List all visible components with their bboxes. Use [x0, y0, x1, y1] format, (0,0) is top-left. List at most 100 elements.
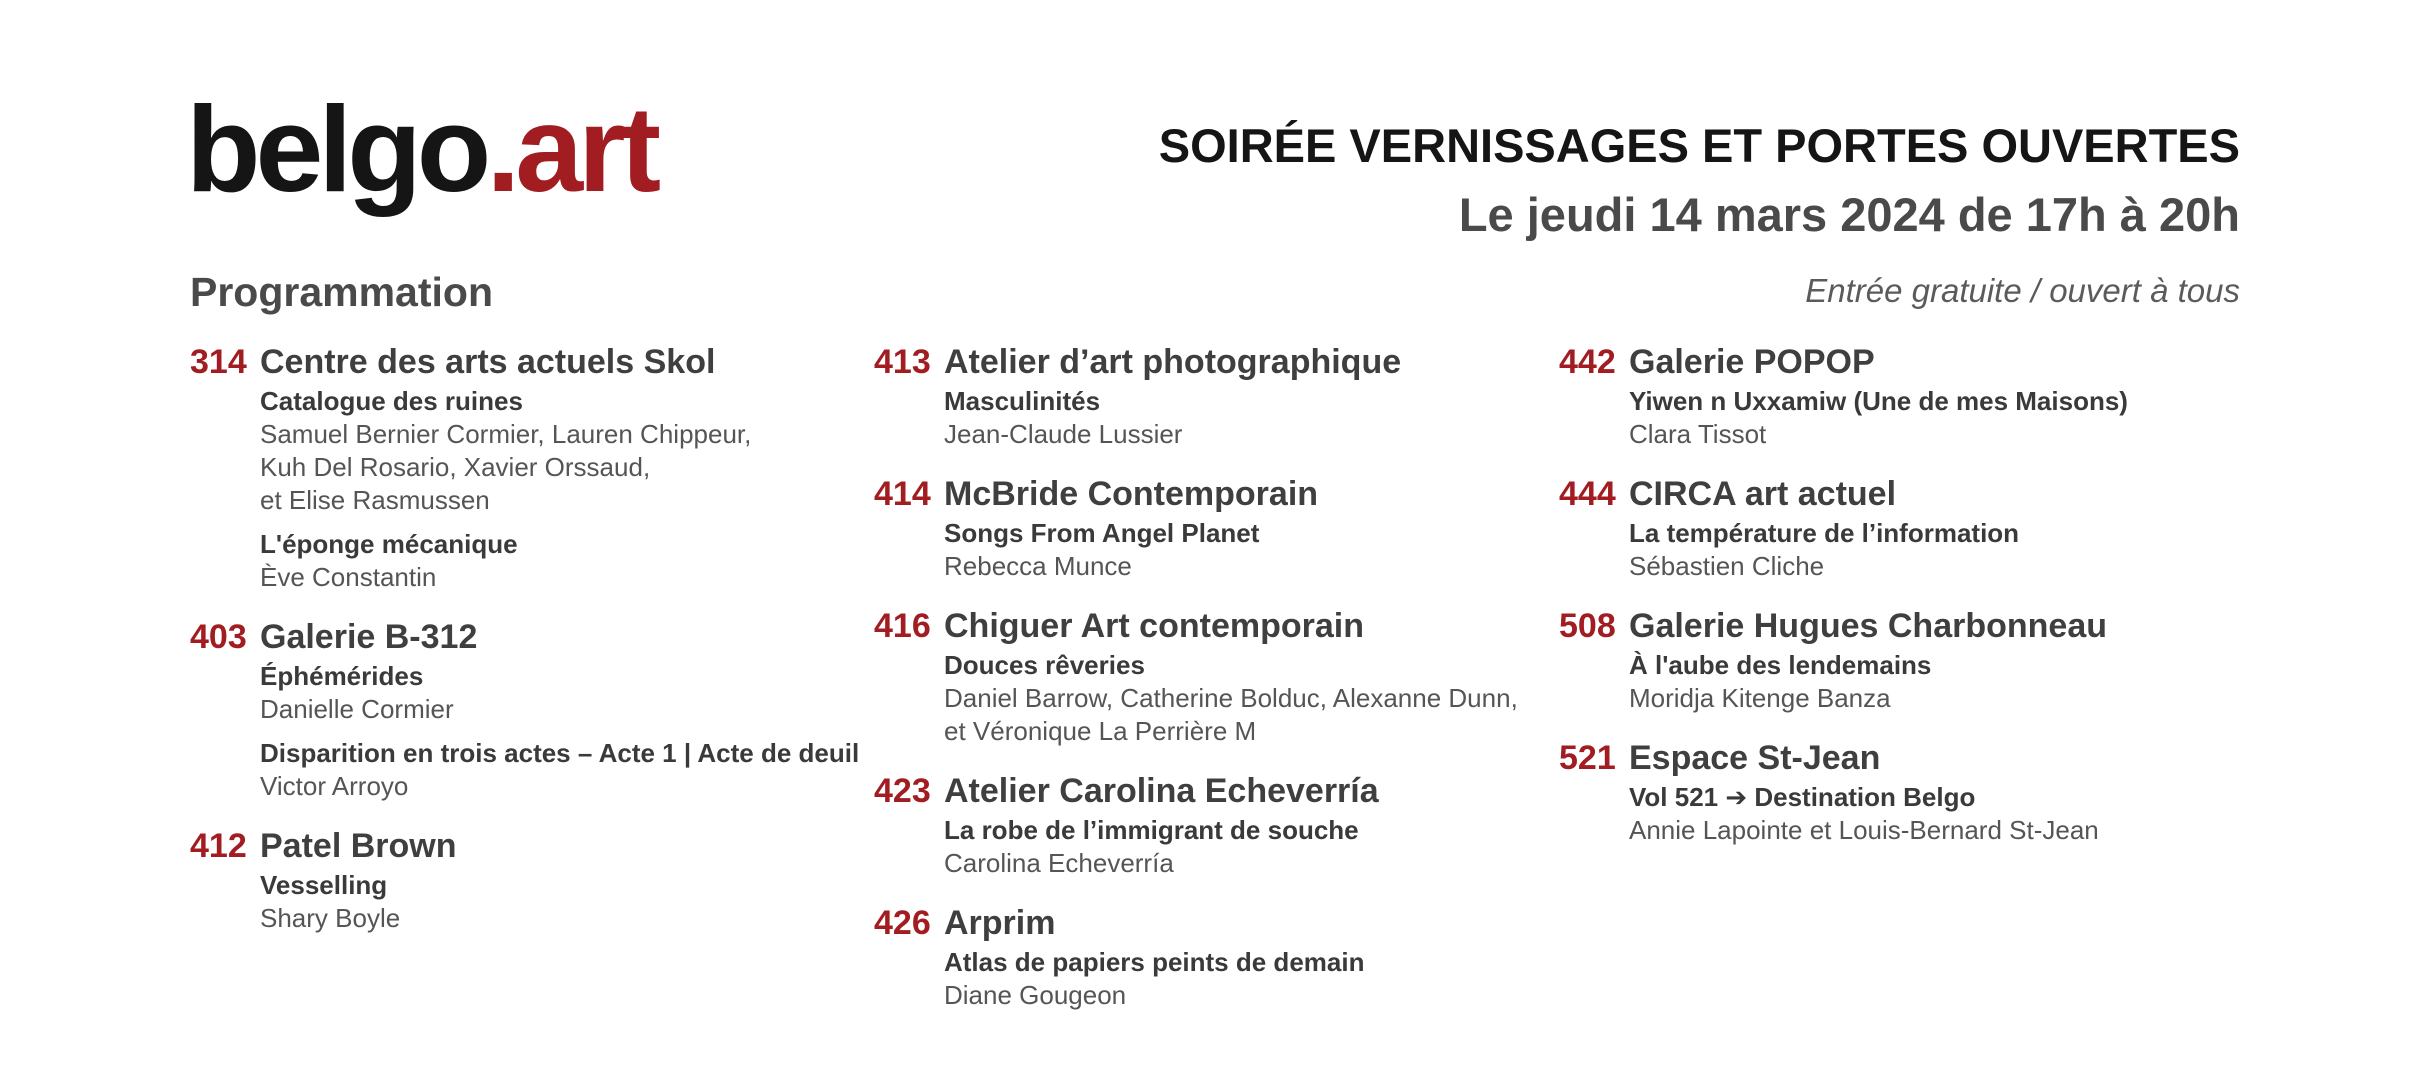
venue-name: Centre des arts actuels Skol: [260, 343, 716, 381]
venue-heading: 423 Atelier Carolina Echeverría: [874, 772, 1524, 814]
exhibition: Vesselling Shary Boyle: [260, 869, 860, 935]
venue-heading: 403 Galerie B-312: [190, 618, 860, 660]
venue-number: 444: [1559, 475, 1616, 513]
exhibition-title: Catalogue des ruines: [260, 386, 523, 416]
venue-number: 442: [1559, 343, 1616, 381]
venue-number: 314: [190, 343, 247, 381]
exhibition-title: L'éponge mécanique: [260, 529, 518, 559]
exhibition: Songs From Angel Planet Rebecca Munce: [944, 517, 1524, 583]
exhibition-title: Atlas de papiers peints de demain: [944, 947, 1365, 977]
venue-name: Galerie Hugues Charbonneau: [1629, 607, 2107, 645]
venue-name: Patel Brown: [260, 827, 457, 865]
venue-heading: 426 Arprim: [874, 904, 1524, 946]
exhibition-title: Disparition en trois actes – Acte 1 | Ac…: [260, 738, 860, 768]
venue-name: Galerie POPOP: [1629, 343, 1875, 381]
exhibition: À l'aube des lendemains Moridja Kitenge B…: [1629, 649, 2239, 715]
venue-name: Atelier Carolina Echeverría: [944, 772, 1379, 810]
venue-number: 423: [874, 772, 931, 810]
artist-line: Moridja Kitenge Banza: [1629, 683, 1891, 713]
artist-line: Kuh Del Rosario, Xavier Orssaud,: [260, 452, 651, 482]
exhibition: Catalogue des ruines Samuel Bernier Cormi…: [260, 385, 860, 517]
venue-heading: 444 CIRCA art actuel: [1559, 475, 2239, 517]
artist-line: Carolina Echeverría: [944, 848, 1174, 878]
venue-heading: 416 Chiguer Art contemporain: [874, 607, 1524, 649]
artist-line: et Véronique La Perrière M: [944, 716, 1257, 746]
exhibition: Vol 521 ➔ Destination Belgo Annie Lapoint…: [1629, 781, 2239, 847]
venue-entry: 521 Espace St-Jean Vol 521 ➔ Destination B…: [1559, 739, 2239, 847]
artist-line: Danielle Cormier: [260, 694, 454, 724]
venue-entry: 403 Galerie B-312 Éphémérides Danielle Corm…: [190, 618, 860, 803]
exhibition: Masculinités Jean-Claude Lussier: [944, 385, 1524, 451]
venue-number: 412: [190, 827, 247, 865]
exhibition-title: Douces rêveries: [944, 650, 1145, 680]
exhibition-title: Songs From Angel Planet: [944, 518, 1260, 548]
venue-number: 521: [1559, 739, 1616, 777]
venue-number: 416: [874, 607, 931, 645]
venue-entry: 423 Atelier Carolina Echeverría La robe de…: [874, 772, 1524, 880]
venue-entry: 426 Arprim Atlas de papiers peints de dema…: [874, 904, 1524, 1012]
venue-heading: 412 Patel Brown: [190, 827, 860, 869]
venue-heading: 414 McBride Contemporain: [874, 475, 1524, 517]
venue-entry: 416 Chiguer Art contemporain Douces rêveri…: [874, 607, 1524, 748]
exhibition: L'éponge mécanique Ève Constantin: [260, 528, 860, 594]
exhibition-title: Yiwen n Uxxamiw (Une de mes Maisons): [1629, 386, 2128, 416]
exhibition-title: Éphémérides: [260, 661, 424, 691]
venue-entry: 414 McBride Contemporain Songs From Angel …: [874, 475, 1524, 583]
venue-heading: 314 Centre des arts actuels Skol: [190, 343, 860, 385]
venue-entry: 508 Galerie Hugues Charbonneau À l'aube de…: [1559, 607, 2239, 715]
exhibition-title: Vol 521 ➔ Destination Belgo: [1629, 782, 1976, 812]
venue-entry: 413 Atelier d’art photographique Masculini…: [874, 343, 1524, 451]
program-column-2: 413 Atelier d’art photographique Masculini…: [874, 343, 1524, 1036]
exhibition: La robe de l’immigrant de souche Carolina…: [944, 814, 1524, 880]
venue-entry: 314 Centre des arts actuels Skol Catalogue…: [190, 343, 860, 594]
exhibition: Douces rêveries Daniel Barrow, Catherine …: [944, 649, 1524, 748]
venue-name: Chiguer Art contemporain: [944, 607, 1364, 645]
artist-line: Ève Constantin: [260, 562, 437, 592]
logo-accent-text: .art: [486, 81, 661, 217]
venue-name: Espace St-Jean: [1629, 739, 1881, 777]
artist-line: Jean-Claude Lussier: [944, 419, 1183, 449]
exhibition: La température de l’information Sébastien…: [1629, 517, 2239, 583]
venue-heading: 521 Espace St-Jean: [1559, 739, 2239, 781]
exhibition: Yiwen n Uxxamiw (Une de mes Maisons) Clar…: [1629, 385, 2239, 451]
artist-line: Annie Lapointe et Louis-Bernard St-Jean: [1629, 815, 2099, 845]
venue-number: 403: [190, 618, 247, 656]
venue-number: 413: [874, 343, 931, 381]
exhibition-title: À l'aube des lendemains: [1629, 650, 1932, 680]
exhibition-title: La robe de l’immigrant de souche: [944, 815, 1359, 845]
venue-name: Galerie B-312: [260, 618, 478, 656]
artist-line: Daniel Barrow, Catherine Bolduc, Alexann…: [944, 683, 1518, 713]
venue-entry: 444 CIRCA art actuel La température de l’i…: [1559, 475, 2239, 583]
program-column-3: 442 Galerie POPOP Yiwen n Uxxamiw (Une de …: [1559, 343, 2239, 871]
venue-number: 414: [874, 475, 931, 513]
venue-heading: 508 Galerie Hugues Charbonneau: [1559, 607, 2239, 649]
artist-line: Diane Gougeon: [944, 980, 1127, 1010]
venue-heading: 413 Atelier d’art photographique: [874, 343, 1524, 385]
venue-name: Arprim: [944, 904, 1056, 942]
event-title: SOIRÉE VERNISSAGES ET PORTES OUVERTES: [1158, 119, 2240, 172]
artist-line: Samuel Bernier Cormier, Lauren Chippeur,: [260, 419, 752, 449]
exhibition: Atlas de papiers peints de demain Diane G…: [944, 946, 1524, 1012]
venue-heading: 442 Galerie POPOP: [1559, 343, 2239, 385]
exhibition: Éphémérides Danielle Cormier: [260, 660, 860, 726]
venue-entry: 412 Patel Brown Vesselling Shary Boyle: [190, 827, 860, 935]
exhibition-title: Vesselling: [260, 870, 388, 900]
artist-line: Victor Arroyo: [260, 771, 409, 801]
exhibition-title: Masculinités: [944, 386, 1101, 416]
event-header: SOIRÉE VERNISSAGES ET PORTES OUVERTES Le…: [1159, 122, 2240, 238]
artist-line: Rebecca Munce: [944, 551, 1132, 581]
artist-line: Clara Tissot: [1629, 419, 1767, 449]
belgo-art-logo: belgo.art: [186, 88, 661, 210]
venue-name: CIRCA art actuel: [1629, 475, 1897, 513]
exhibition-title: La température de l’information: [1629, 518, 2020, 548]
section-title: Programmation: [190, 269, 493, 315]
entry-note: Entrée gratuite / ouvert à tous: [1805, 272, 2240, 309]
exhibition: Disparition en trois actes – Acte 1 | Ac…: [260, 737, 860, 803]
program-column-1: 314 Centre des arts actuels Skol Catalogue…: [190, 343, 860, 959]
event-date: Le jeudi 14 mars 2024 de 17h à 20h: [1458, 188, 2240, 241]
artist-line: et Elise Rasmussen: [260, 485, 490, 515]
venue-number: 508: [1559, 607, 1616, 645]
artist-line: Shary Boyle: [260, 903, 401, 933]
venue-name: Atelier d’art photographique: [944, 343, 1402, 381]
logo-main-text: belgo: [186, 81, 491, 217]
